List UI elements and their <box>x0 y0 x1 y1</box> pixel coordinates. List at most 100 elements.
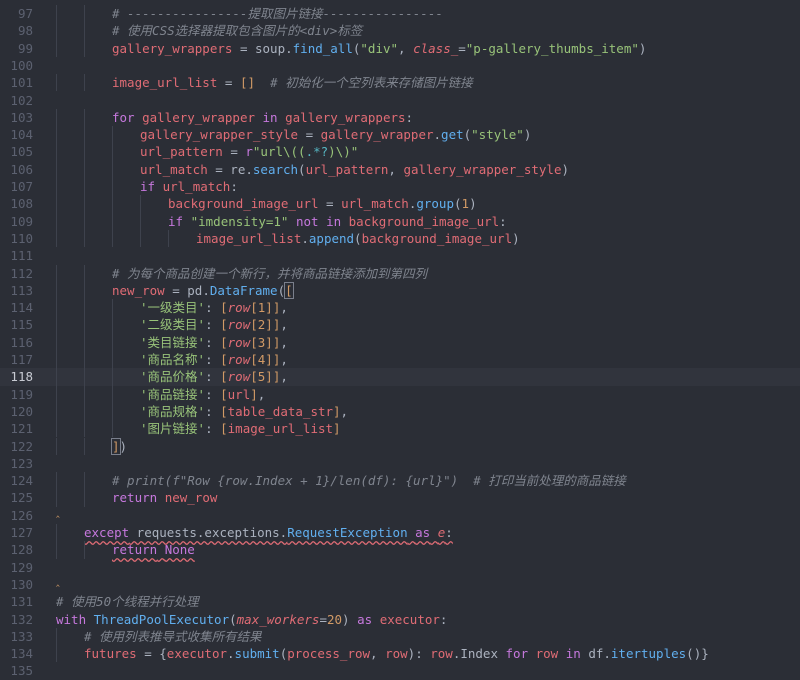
code-token: '类目链接' <box>140 334 206 350</box>
code-token: row <box>227 369 251 385</box>
code-line[interactable]: 128 return None <box>0 541 800 559</box>
code-line[interactable]: 127 except requests.exceptions.RequestExc… <box>0 524 800 542</box>
line-number: 102 <box>10 92 33 108</box>
line-number: 122 <box>10 438 33 454</box>
code-text: except requests.exceptions.RequestExcept… <box>84 524 453 541</box>
code-editor[interactable]: 97 # ----------------提取图片链接--------------… <box>0 0 800 678</box>
indent-guide <box>56 437 57 455</box>
code-line[interactable]: 103 for gallery_wrapper in gallery_wrappe… <box>0 108 800 127</box>
code-token: = <box>318 196 342 212</box>
code-line[interactable]: 135 <box>0 662 800 679</box>
line-number: 130 <box>10 576 33 592</box>
line-number: 127 <box>10 525 33 540</box>
code-line[interactable]: 134 futures = {executor.submit(process_ro… <box>0 645 800 663</box>
indent-guide <box>168 229 169 248</box>
code-token: ( <box>277 282 286 298</box>
code-token: [ <box>220 421 228 437</box>
code-line[interactable]: 131 # 使用50个线程并行处理 <box>0 593 800 610</box>
code-token: requests.exceptions. <box>129 525 288 540</box>
code-token: find_all <box>292 40 353 56</box>
code-text: # 使用50个线程并行处理 <box>56 593 199 610</box>
code-token: ) <box>119 438 128 454</box>
line-number: 100 <box>10 57 33 73</box>
code-line[interactable]: 126 ‸ <box>0 505 800 524</box>
indent-guide <box>56 126 57 144</box>
code-token: return <box>112 490 158 506</box>
code-line[interactable]: 117 '商品名称': [row[4]], <box>0 351 800 369</box>
code-token: as <box>415 525 431 540</box>
code-line[interactable]: 110 image_url_list.append(background_imag… <box>0 229 800 248</box>
code-token: [ <box>220 352 228 367</box>
fold-marker-icon[interactable]: ‸ <box>56 572 60 589</box>
code-line[interactable]: 133 # 使用列表推导式收集所有结果 <box>0 627 800 646</box>
code-token: ] <box>333 403 341 419</box>
indent-guide <box>84 368 85 386</box>
code-line[interactable]: 129 <box>0 559 800 576</box>
line-number: 121 <box>10 421 33 437</box>
code-token: not in <box>295 213 342 229</box>
code-token: row <box>535 646 559 662</box>
code-token: "imdensity=1" <box>190 213 289 229</box>
indent-guide <box>84 299 85 317</box>
code-token: ] <box>333 421 341 437</box>
code-line[interactable]: 101 image_url_list = [] # 初始化一个空列表来存储图片链接 <box>0 74 800 92</box>
code-line[interactable]: 111 <box>0 247 800 264</box>
indent-guide <box>56 108 57 127</box>
code-line[interactable]: 119 '商品链接': [url], <box>0 385 800 403</box>
code-line[interactable]: 120 '商品规格': [table_data_str], <box>0 402 800 421</box>
code-token: : <box>205 386 221 402</box>
code-line[interactable]: 118 '商品价格': [row[5]], <box>0 368 800 386</box>
code-line[interactable]: 132 with ThreadPoolExecutor(max_workers=2… <box>0 611 800 628</box>
code-line[interactable]: 116 '类目链接': [row[3]], <box>0 333 800 351</box>
code-line[interactable]: 109 if "imdensity=1" not in background_im… <box>0 212 800 230</box>
code-line[interactable]: 106 url_match = re.search(url_pattern, ga… <box>0 160 800 178</box>
code-line[interactable]: 108 background_image_url = url_match.grou… <box>0 195 800 213</box>
indent-guide <box>84 333 85 351</box>
indent-guide <box>112 160 113 178</box>
code-line[interactable]: 123 <box>0 455 800 472</box>
code-line[interactable]: 122]) <box>0 437 800 455</box>
code-line[interactable]: 102 <box>0 92 800 109</box>
indent-guide <box>56 22 57 40</box>
code-line[interactable]: 105 url_pattern = r"url\((.*?)\)" <box>0 143 800 161</box>
code-token: '商品链接' <box>140 386 206 402</box>
code-line[interactable]: 115 '二级类目': [row[2]], <box>0 316 800 334</box>
line-number: 97 <box>17 6 33 21</box>
indent-guide <box>84 143 85 161</box>
code-line[interactable]: 97 # ----------------提取图片链接--------------… <box>0 5 800 23</box>
indent-guide <box>56 524 57 542</box>
code-token: '商品价格' <box>140 369 206 385</box>
code-token: ]] <box>265 300 281 316</box>
code-line[interactable]: 100 <box>0 57 800 74</box>
code-line[interactable]: 112 # 为每个商品创建一个新行，并将商品链接添加到第四列 <box>0 264 800 282</box>
code-line[interactable]: 130 ‸ <box>0 574 800 593</box>
code-token: ( <box>229 611 237 627</box>
code-line[interactable]: 98 # 使用CSS选择器提取包含图片的<div>标签 <box>0 22 800 40</box>
code-token: if <box>140 179 156 194</box>
code-text: '商品链接': [url], <box>140 386 265 403</box>
code-line[interactable]: 113 new_row = pd.DataFrame([ <box>0 281 800 300</box>
code-token: itertuples <box>610 646 687 662</box>
code-token: for <box>505 646 529 662</box>
code-token: '商品规格' <box>140 403 206 419</box>
code-line[interactable]: 114 '一级类目': [row[1]], <box>0 299 800 317</box>
code-token: : <box>445 525 453 540</box>
code-token: futures <box>84 646 137 662</box>
code-text: '商品名称': [row[4]], <box>140 351 288 368</box>
code-line[interactable]: 124 # print(f"Row {row.Index + 1}/len(df)… <box>0 472 800 490</box>
code-token: search <box>252 161 299 177</box>
code-line[interactable]: 125 return new_row <box>0 489 800 507</box>
code-line[interactable]: 107 if url_match: <box>0 178 800 196</box>
code-line[interactable]: 121 '图片链接': [image_url_list] <box>0 420 800 438</box>
code-token: in <box>565 646 581 662</box>
code-line[interactable]: 99 gallery_wrappers = soup.find_all("div"… <box>0 39 800 57</box>
code-token: [] <box>239 75 255 91</box>
fold-marker-icon[interactable]: ‸ <box>56 503 60 520</box>
indent-guide <box>84 351 85 369</box>
code-line[interactable]: 104 gallery_wrapper_style = gallery_wrapp… <box>0 126 800 144</box>
indent-guide <box>56 385 57 403</box>
code-text: ]) <box>111 437 128 455</box>
